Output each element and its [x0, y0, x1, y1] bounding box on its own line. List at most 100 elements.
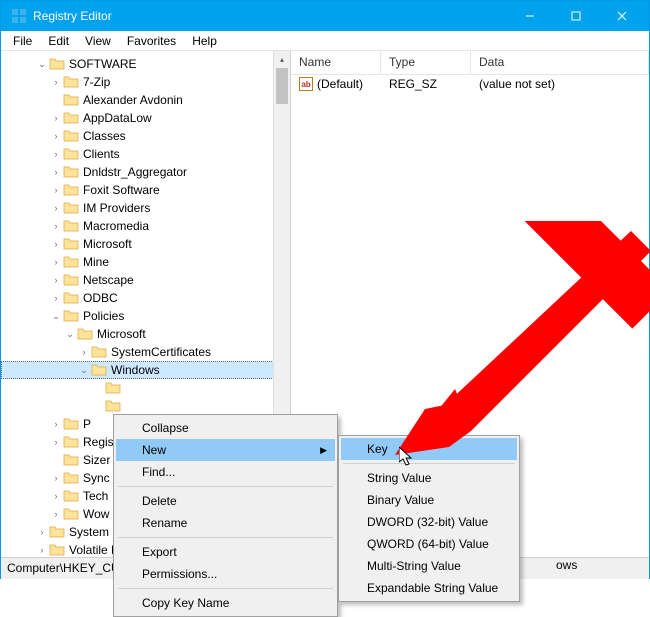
expander-icon[interactable]: ⌄ [77, 365, 91, 376]
tree-item[interactable]: ›Microsoft [1, 235, 290, 253]
expander-icon[interactable]: › [49, 221, 63, 231]
tree-item[interactable]: ›Clients [1, 145, 290, 163]
tree-item[interactable]: › Classes [1, 127, 290, 145]
tree-label: Wow [83, 507, 115, 521]
expander-icon[interactable]: › [49, 203, 63, 213]
list-row[interactable]: ab (Default) REG_SZ (value not set) [291, 75, 649, 93]
tree-item[interactable]: ›IM Providers [1, 199, 290, 217]
expander-icon[interactable]: › [49, 149, 63, 159]
tree-label: Sync [83, 471, 116, 485]
string-value-icon: ab [299, 77, 313, 91]
tree-item[interactable]: ⌄ Windows [1, 361, 290, 379]
tree-label: Microsoft [97, 327, 152, 341]
ctx-collapse[interactable]: Collapse [116, 417, 335, 439]
folder-icon [63, 309, 79, 323]
ctx-new-key[interactable]: Key [341, 438, 517, 460]
folder-icon [63, 255, 79, 269]
context-menu: Collapse New▶ Find... Delete Rename Expo… [113, 414, 338, 617]
ctx-new-binary[interactable]: Binary Value [341, 489, 517, 511]
tree-item[interactable]: ⌄Policies [1, 307, 290, 325]
tree-item[interactable]: ›7-Zip [1, 73, 290, 91]
scroll-thumb[interactable] [276, 68, 288, 104]
expander-icon[interactable]: › [49, 419, 63, 429]
ctx-new-multistring[interactable]: Multi-String Value [341, 555, 517, 577]
tree-label: Classes [83, 129, 132, 143]
folder-icon [105, 381, 121, 395]
tree-label: P [83, 417, 97, 431]
tree-label: Tech [83, 489, 114, 503]
expander-icon[interactable]: › [49, 473, 63, 483]
ctx-new-expandstring[interactable]: Expandable String Value [341, 577, 517, 599]
tree-label: AppDataLow [83, 111, 158, 125]
menu-view[interactable]: View [77, 32, 119, 50]
ctx-new-string[interactable]: String Value [341, 467, 517, 489]
menu-file[interactable]: File [5, 32, 40, 50]
scroll-up-icon[interactable]: ▴ [274, 51, 290, 68]
tree-item[interactable]: › Foxit Software [1, 181, 290, 199]
ctx-new-qword[interactable]: QWORD (64-bit) Value [341, 533, 517, 555]
minimize-button[interactable] [507, 1, 553, 31]
expander-icon[interactable]: ⌄ [35, 59, 49, 70]
ctx-sep [118, 486, 333, 487]
window-title: Registry Editor [33, 9, 507, 23]
menu-help[interactable]: Help [184, 32, 225, 50]
expander-icon[interactable]: ⌄ [63, 329, 77, 340]
tree-label: Foxit Software [83, 183, 166, 197]
maximize-button[interactable] [553, 1, 599, 31]
tree-label: Sizer [83, 453, 116, 467]
col-name[interactable]: Name [291, 51, 381, 74]
expander-icon[interactable]: › [77, 347, 91, 357]
col-type[interactable]: Type [381, 51, 471, 74]
expander-icon[interactable]: › [49, 275, 63, 285]
tree-item[interactable]: ›Macromedia [1, 217, 290, 235]
expander-icon[interactable]: › [49, 491, 63, 501]
tree-label: Windows [111, 363, 166, 377]
menu-favorites[interactable]: Favorites [119, 32, 184, 50]
expander-icon[interactable]: › [49, 437, 63, 447]
tree-item[interactable]: ›Mine [1, 253, 290, 271]
ctx-rename[interactable]: Rename [116, 512, 335, 534]
ctx-sep [118, 537, 333, 538]
tree-item[interactable]: ⌄ Microsoft [1, 325, 290, 343]
expander-icon[interactable]: › [49, 131, 63, 141]
col-data[interactable]: Data [471, 51, 649, 74]
folder-icon [63, 201, 79, 215]
ctx-sep [118, 588, 333, 589]
expander-icon[interactable]: › [35, 545, 49, 555]
ctx-permissions[interactable]: Permissions... [116, 563, 335, 585]
tree-label: Netscape [83, 273, 140, 287]
expander-icon[interactable]: › [49, 113, 63, 123]
close-button[interactable] [599, 1, 645, 31]
expander-icon[interactable]: › [49, 185, 63, 195]
menu-edit[interactable]: Edit [40, 32, 77, 50]
expander-icon[interactable]: › [49, 239, 63, 249]
tree-item[interactable] [1, 397, 290, 415]
ctx-sep [343, 463, 515, 464]
expander-icon[interactable]: › [49, 77, 63, 87]
tree-item[interactable] [1, 379, 290, 397]
tree-item[interactable]: ›ODBC [1, 289, 290, 307]
folder-icon [91, 363, 107, 377]
ctx-new[interactable]: New▶ [116, 439, 335, 461]
expander-icon[interactable]: › [49, 257, 63, 267]
expander-icon[interactable]: ⌄ [49, 311, 63, 322]
ctx-delete[interactable]: Delete [116, 490, 335, 512]
tree-item[interactable]: ›SystemCertificates [1, 343, 290, 361]
ctx-export[interactable]: Export [116, 541, 335, 563]
ctx-new-dword[interactable]: DWORD (32-bit) Value [341, 511, 517, 533]
folder-icon [63, 165, 79, 179]
expander-icon[interactable]: › [49, 167, 63, 177]
ctx-copy-key-name[interactable]: Copy Key Name [116, 592, 335, 614]
tree-item[interactable]: Alexander Avdonin [1, 91, 290, 109]
expander-icon[interactable]: › [49, 293, 63, 303]
titlebar[interactable]: Registry Editor [1, 1, 649, 31]
tree-item[interactable]: › Netscape [1, 271, 290, 289]
folder-icon [105, 399, 121, 413]
tree-item[interactable]: ›Dnldstr_Aggregator [1, 163, 290, 181]
value-type: REG_SZ [381, 77, 471, 91]
ctx-find[interactable]: Find... [116, 461, 335, 483]
tree-root[interactable]: ⌄SOFTWARE [1, 55, 290, 73]
expander-icon[interactable]: › [35, 527, 49, 537]
expander-icon[interactable]: › [49, 509, 63, 519]
tree-item[interactable]: › AppDataLow [1, 109, 290, 127]
